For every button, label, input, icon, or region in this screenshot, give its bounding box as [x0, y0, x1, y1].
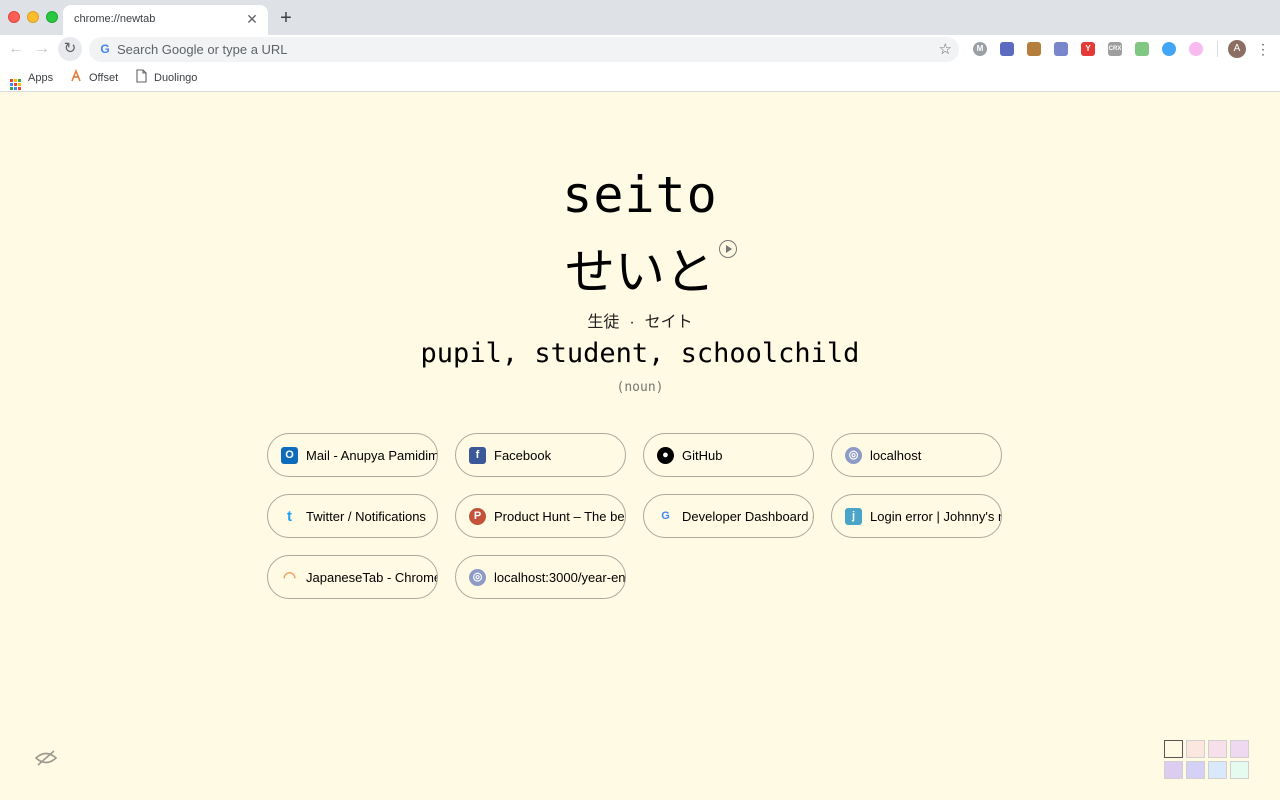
- tab-strip: chrome://newtab ✕ +: [0, 0, 1280, 35]
- omnibox-input[interactable]: [117, 40, 917, 59]
- word-meaning: pupil, student, schoolchild: [420, 338, 860, 369]
- browser-toolbar: ← → ↻ G ☆ M Y CRX A ⋮: [0, 35, 1280, 64]
- pulse-extension-icon[interactable]: [1162, 42, 1176, 56]
- color-swatch[interactable]: [1230, 740, 1249, 758]
- product-hunt-icon: P: [469, 508, 486, 525]
- shortcut-tile[interactable]: ◎ localhost:3000/year-end-review: [455, 555, 626, 599]
- color-swatch[interactable]: [1164, 761, 1183, 779]
- facebook-icon: f: [469, 447, 486, 464]
- shortcut-label: GitHub: [682, 448, 723, 463]
- bar-chart-extension-icon[interactable]: [1000, 42, 1014, 56]
- shortcut-label: JapaneseTab - Chrome Web Store: [306, 570, 438, 585]
- kebab-menu-icon[interactable]: ⋮: [1256, 39, 1270, 59]
- word-katakana: セイト: [644, 314, 693, 331]
- shortcut-tile[interactable]: j Login error | Johnny's notes: [831, 494, 1002, 538]
- m-extension-icon[interactable]: M: [973, 42, 987, 56]
- globe-icon: ◎: [845, 447, 862, 464]
- globe-icon: ◎: [469, 569, 486, 586]
- shortcut-label: localhost: [870, 448, 922, 463]
- bookmark-label: Apps: [28, 72, 54, 84]
- star-icon[interactable]: ☆: [939, 40, 952, 59]
- j-icon: j: [845, 508, 862, 525]
- shortcut-tile[interactable]: t Twitter / Notifications: [267, 494, 438, 538]
- forward-arrow-icon[interactable]: →: [30, 37, 54, 61]
- bookmark-offset[interactable]: Offset: [69, 68, 119, 87]
- shortcut-label: Facebook: [494, 448, 552, 463]
- bookmarks-bar: Apps Offset Duolingo: [0, 64, 1280, 92]
- shortcut-tile[interactable]: ◠ JapaneseTab - Chrome Web Store: [267, 555, 438, 599]
- word-romaji: seito: [562, 166, 718, 224]
- bookmark-label: Offset: [89, 72, 119, 84]
- part-of-speech: (noun): [616, 380, 664, 395]
- tab-title: chrome://newtab: [74, 13, 156, 25]
- color-swatch[interactable]: [1164, 740, 1183, 758]
- shortcut-tile[interactable]: G Developer Dashboard - Chrome Web Store: [643, 494, 814, 538]
- maximize-window-button[interactable]: [46, 11, 58, 23]
- github-icon: ●: [657, 447, 674, 464]
- separator-dot: ·: [629, 314, 635, 331]
- shortcut-label: Product Hunt – The best new products: [494, 509, 625, 524]
- kanji-reading: 生徒 · セイト: [0, 308, 1280, 332]
- avatar[interactable]: A: [1228, 40, 1246, 58]
- shortcut-tile[interactable]: O Mail - Anupya Pamidimukkala: [267, 433, 438, 477]
- play-audio-icon[interactable]: [719, 240, 737, 258]
- shortcut-tile[interactable]: P Product Hunt – The best new products: [455, 494, 626, 538]
- shortcut-tile[interactable]: ◎ localhost: [831, 433, 1002, 477]
- cookie-extension-icon[interactable]: [1027, 42, 1041, 56]
- word-kana: せいと: [565, 243, 715, 301]
- bookmark-duolingo[interactable]: Duolingo: [134, 69, 197, 87]
- color-palette: [1164, 740, 1249, 780]
- eye-slash-icon[interactable]: [34, 748, 58, 768]
- face-extension-icon[interactable]: [1054, 42, 1068, 56]
- omnibox[interactable]: G ☆: [89, 37, 959, 62]
- grid-extension-icon[interactable]: [1135, 42, 1149, 56]
- shortcut-label: Developer Dashboard - Chrome Web Store: [682, 509, 813, 524]
- google-icon: G: [100, 42, 110, 56]
- crx-extension-icon[interactable]: CRX: [1108, 42, 1122, 56]
- minimize-window-button[interactable]: [27, 11, 39, 23]
- color-swatch[interactable]: [1186, 740, 1205, 758]
- pink-dot-extension-icon[interactable]: [1189, 42, 1203, 56]
- back-arrow-icon[interactable]: ←: [4, 37, 28, 61]
- color-swatch[interactable]: [1186, 761, 1205, 779]
- color-swatch[interactable]: [1230, 761, 1249, 779]
- shortcut-label: localhost:3000/year-end-review: [494, 570, 626, 585]
- shortcut-tile[interactable]: f Facebook: [455, 433, 626, 477]
- close-icon[interactable]: ✕: [244, 11, 260, 27]
- bookmark-label: Duolingo: [154, 72, 198, 84]
- word-kanji: 生徒: [587, 314, 620, 331]
- twitter-icon: t: [287, 508, 292, 525]
- red-extension-icon[interactable]: Y: [1081, 42, 1095, 56]
- shortcut-label: Login error | Johnny's notes: [870, 509, 1001, 524]
- reload-icon[interactable]: ↻: [58, 37, 82, 61]
- shortcut-tile[interactable]: ● GitHub: [643, 433, 814, 477]
- google-icon: G: [661, 510, 670, 522]
- outlook-icon: O: [281, 447, 298, 464]
- offset-icon: [69, 68, 83, 83]
- shortcut-label: Mail - Anupya Pamidimukkala: [306, 448, 438, 463]
- toolbar-separator: [1217, 41, 1218, 57]
- page-icon: [134, 69, 148, 83]
- color-swatch[interactable]: [1208, 761, 1227, 779]
- active-tab[interactable]: chrome://newtab ✕: [63, 5, 268, 35]
- apps-grid-icon: [10, 79, 21, 90]
- shortcut-label: Twitter / Notifications: [306, 509, 426, 524]
- plus-icon[interactable]: +: [276, 7, 296, 29]
- rainbow-icon: ◠: [282, 569, 297, 586]
- close-window-button[interactable]: [8, 11, 20, 23]
- color-swatch[interactable]: [1208, 740, 1227, 758]
- bookmark-apps[interactable]: Apps: [10, 69, 54, 90]
